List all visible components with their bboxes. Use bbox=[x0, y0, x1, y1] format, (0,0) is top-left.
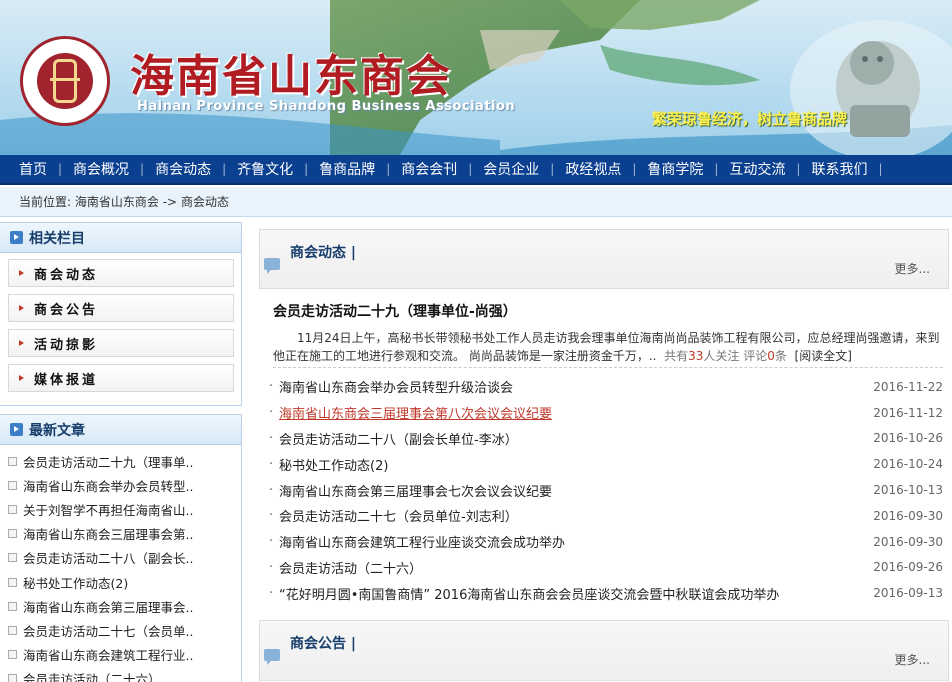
table-row[interactable]: · 会员走访活动二十七（会员单位-刘志利） 2016-09-30 bbox=[269, 503, 949, 529]
list-item[interactable]: 会员走访活动二十八（副会长.. bbox=[8, 546, 241, 570]
notice-section: 商会公告 | 更多... bbox=[259, 620, 949, 682]
main-content: 商会动态 | 更多... 会员走访活动二十九（理事单位-尚强） 11月24日上午… bbox=[250, 222, 952, 682]
related-categories-box: 相关栏目 商会动态 商会公告 活动掠影 媒体报道 bbox=[0, 222, 242, 406]
arrow-square-icon bbox=[10, 423, 23, 436]
left-sidebar: 相关栏目 商会动态 商会公告 活动掠影 媒体报道 最新文章 会员走访活动二十九（… bbox=[0, 222, 242, 682]
category-list: 商会动态 商会公告 活动掠影 媒体报道 bbox=[0, 253, 241, 392]
table-row[interactable]: · 会员走访活动（二十六） 2016-09-26 bbox=[269, 555, 949, 581]
arrow-square-icon bbox=[10, 231, 23, 244]
site-title-english: Hainan Province Shandong Business Associ… bbox=[137, 99, 516, 114]
document-icon bbox=[8, 650, 17, 660]
notice-section-header: 商会公告 | 更多... bbox=[260, 621, 948, 681]
nav-culture[interactable]: 齐鲁文化 | bbox=[226, 154, 308, 184]
document-icon bbox=[8, 504, 17, 514]
table-row[interactable]: · 海南省山东商会三届理事会第八次会议会议纪要 2016-11-12 bbox=[269, 400, 949, 426]
latest-articles-header: 最新文章 bbox=[0, 415, 241, 445]
triangle-bullet-icon bbox=[19, 270, 24, 276]
breadcrumb-prefix: 当前位置: bbox=[19, 195, 72, 209]
nav-members[interactable]: 会员企业 | bbox=[472, 154, 554, 184]
latest-articles-list: 会员走访活动二十九（理事单.. 海南省山东商会举办会员转型.. 关于刘智学不再担… bbox=[0, 445, 241, 682]
triangle-bullet-icon bbox=[19, 340, 24, 346]
breadcrumb-home-link[interactable]: 海南省山东商会 bbox=[75, 193, 159, 210]
nav-news[interactable]: 商会动态 | bbox=[144, 154, 226, 184]
news-section-title: 商会动态 | bbox=[290, 245, 356, 261]
main-nav: 首页 | 商会概况 | 商会动态 | 齐鲁文化 | 鲁商品牌 | 商会会刊 | 会员企业 | … bbox=[0, 155, 952, 185]
document-icon bbox=[8, 553, 17, 563]
table-row[interactable]: · “花好明月圆•南国鲁商情” 2016海南省山东商会会员座谈交流会暨中秋联谊会成… bbox=[269, 580, 949, 606]
breadcrumb: 当前位置: 海南省山东商会 -> 商会动态 bbox=[0, 187, 952, 217]
nav-home[interactable]: 首页 | bbox=[8, 154, 62, 184]
list-item[interactable]: 秘书处工作动态(2) bbox=[8, 570, 241, 594]
table-row[interactable]: · 海南省山东商会举办会员转型升级洽谈会 2016-11-22 bbox=[269, 374, 949, 400]
comment-count: 0 bbox=[767, 349, 775, 363]
latest-articles-box: 最新文章 会员走访活动二十九（理事单.. 海南省山东商会举办会员转型.. 关于刘… bbox=[0, 414, 242, 682]
list-item[interactable]: 会员走访活动二十七（会员单.. bbox=[8, 618, 241, 642]
nav-interaction[interactable]: 互动交流 | bbox=[718, 154, 800, 184]
notice-section-title: 商会公告 | bbox=[290, 636, 356, 652]
list-item[interactable]: 会员走访活动（二十六） bbox=[8, 667, 241, 682]
breadcrumb-current-link[interactable]: 商会动态 bbox=[181, 193, 229, 210]
document-icon bbox=[8, 577, 17, 587]
notice-more-link[interactable]: 更多... bbox=[895, 651, 930, 668]
category-item-notice[interactable]: 商会公告 bbox=[8, 294, 234, 322]
list-item[interactable]: 关于刘智学不再担任海南省山.. bbox=[8, 497, 241, 521]
document-icon bbox=[8, 529, 17, 539]
featured-article-summary: 11月24日上午，高秘书长带领秘书处工作人员走访我会理事单位海南尚尚品装饰工程有… bbox=[273, 329, 943, 368]
category-item-media[interactable]: 媒体报道 bbox=[8, 364, 234, 392]
table-row[interactable]: · 海南省山东商会第三届理事会七次会议会议纪要 2016-10-13 bbox=[269, 477, 949, 503]
list-item[interactable]: 海南省山东商会三届理事会第.. bbox=[8, 522, 241, 546]
list-item[interactable]: 会员走访活动二十九（理事单.. bbox=[8, 449, 241, 473]
document-icon bbox=[8, 480, 17, 490]
list-item[interactable]: 海南省山东商会建筑工程行业.. bbox=[8, 643, 241, 667]
document-icon bbox=[8, 674, 17, 682]
read-full-link[interactable]: [阅读全文] bbox=[795, 349, 852, 363]
news-list: · 海南省山东商会举办会员转型升级洽谈会 2016-11-22 · 海南省山东商会三届… bbox=[259, 368, 949, 606]
table-row[interactable]: · 海南省山东商会建筑工程行业座谈交流会成功举办 2016-09-30 bbox=[269, 529, 949, 555]
news-more-link[interactable]: 更多... bbox=[895, 260, 930, 277]
document-icon bbox=[8, 601, 17, 611]
list-item[interactable]: 海南省山东商会举办会员转型.. bbox=[8, 473, 241, 497]
triangle-bullet-icon bbox=[19, 305, 24, 311]
nav-contact[interactable]: 联系我们 | bbox=[800, 154, 882, 184]
latest-articles-title: 最新文章 bbox=[29, 422, 85, 439]
site-title: 海南省山东商会 bbox=[130, 51, 452, 102]
news-section: 商会动态 | 更多... 会员走访活动二十九（理事单位-尚强） 11月24日上午… bbox=[259, 229, 949, 609]
category-item-activities[interactable]: 活动掠影 bbox=[8, 329, 234, 357]
table-row[interactable]: · 秘书处工作动态(2) 2016-10-24 bbox=[269, 451, 949, 477]
featured-article-title[interactable]: 会员走访活动二十九（理事单位-尚强） bbox=[273, 301, 943, 321]
featured-article-meta: 共有33人关注 评论0条 bbox=[664, 349, 787, 363]
nav-academy[interactable]: 鲁商学院 | bbox=[636, 154, 718, 184]
header-banner: 海南省山东商会 Hainan Province Shandong Busines… bbox=[0, 0, 952, 155]
speech-bubble-icon bbox=[264, 649, 280, 665]
nav-journal[interactable]: 商会会刊 | bbox=[390, 154, 472, 184]
slogan: 繁荣琼鲁经济，树立鲁商品牌 bbox=[652, 110, 848, 128]
category-item-news[interactable]: 商会动态 bbox=[8, 259, 234, 287]
table-row[interactable]: · 会员走访活动二十八（副会长单位-李冰） 2016-10-26 bbox=[269, 426, 949, 452]
nav-overview[interactable]: 商会概况 | bbox=[62, 154, 144, 184]
document-icon bbox=[8, 456, 17, 466]
related-categories-title: 相关栏目 bbox=[29, 230, 85, 247]
featured-article: 会员走访活动二十九（理事单位-尚强） 11月24日上午，高秘书长带领秘书处工作人… bbox=[259, 289, 949, 368]
speech-bubble-icon bbox=[264, 258, 280, 274]
view-count: 33 bbox=[688, 349, 704, 363]
document-icon bbox=[8, 625, 17, 635]
association-emblem-logo bbox=[20, 36, 110, 126]
breadcrumb-arrow: -> bbox=[162, 194, 178, 209]
related-categories-header: 相关栏目 bbox=[0, 223, 241, 253]
page: 海南省山东商会 Hainan Province Shandong Busines… bbox=[0, 0, 952, 682]
triangle-bullet-icon bbox=[19, 375, 24, 381]
nav-brand[interactable]: 鲁商品牌 | bbox=[308, 154, 390, 184]
list-item[interactable]: 海南省山东商会第三届理事会.. bbox=[8, 594, 241, 618]
news-section-header: 商会动态 | 更多... bbox=[259, 229, 949, 289]
nav-politics[interactable]: 政经视点 | bbox=[554, 154, 636, 184]
